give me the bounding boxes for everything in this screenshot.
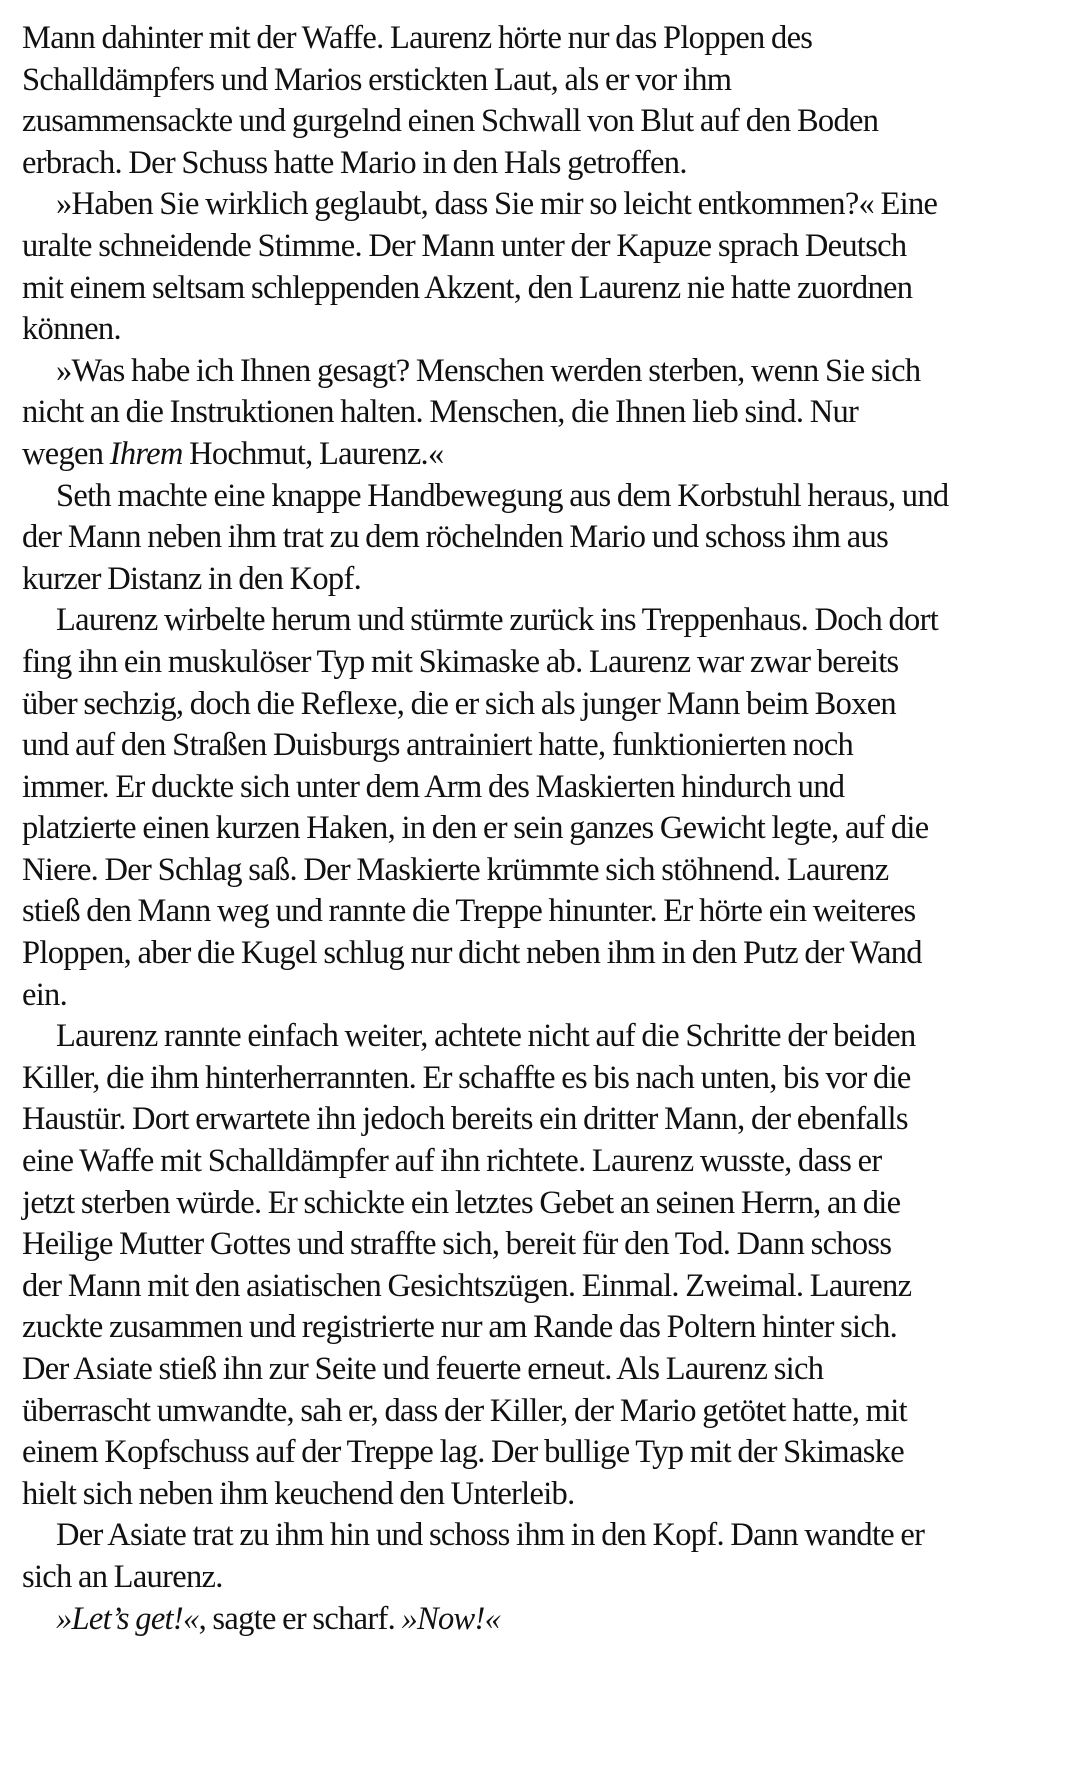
paragraph: Seth machte eine knappe Handbewegung aus… [22,476,1057,601]
text-line: Ploppen, aber die Kugel schlug nur dicht… [22,933,1057,975]
text-line: kurzer Distanz in den Kopf. [22,559,1057,601]
text-line: jetzt sterben würde. Er schickte ein let… [22,1183,1057,1225]
text-line: Der Asiate trat zu ihm hin und schoss ih… [22,1515,1057,1557]
text-run: Laurenz wirbelte herum und stürmte zurüc… [56,602,939,639]
paragraph: Der Asiate trat zu ihm hin und schoss ih… [22,1515,1057,1598]
text-run: einem Kopfschuss auf der Treppe lag. Der… [22,1434,905,1471]
text-run: kurzer Distanz in den Kopf. [22,560,362,597]
text-run: Mann dahinter mit der Waffe. Laurenz hör… [22,20,813,56]
text-run: eine Waffe mit Schalldämpfer auf ihn ric… [22,1143,882,1180]
text-run: sich an Laurenz. [22,1558,223,1595]
text-line: können. [22,309,1057,351]
text-run: mit einem seltsam schleppenden Akzent, d… [22,269,913,306]
paragraph: »Haben Sie wirklich geglaubt, dass Sie m… [22,184,1057,350]
text-run: und auf den Straßen Duisburgs antrainier… [22,727,854,764]
text-line: »Let’s get!«, sagte er scharf. »Now!« [22,1599,1057,1641]
text-run: wegen [22,435,110,472]
text-run: Der Asiate stieß ihn zur Seite und feuer… [22,1351,824,1387]
italic-text: »Now!« [401,1600,501,1637]
text-run: können. [22,311,122,348]
text-line: Heilige Mutter Gottes und straffte sich,… [22,1224,1057,1266]
text-run: Heilige Mutter Gottes und straffte sich,… [22,1226,892,1263]
paragraph: »Let’s get!«, sagte er scharf. »Now!« [22,1599,1057,1641]
text-line: über sechzig, doch die Reflexe, die er s… [22,684,1057,726]
text-line: der Mann neben ihm trat zu dem röchelnde… [22,517,1057,559]
text-line: platzierte einen kurzen Haken, in den er… [22,808,1057,850]
text-run: uralte schneidende Stimme. Der Mann unte… [22,227,907,264]
text-run: über sechzig, doch die Reflexe, die er s… [22,685,897,722]
text-line: »Haben Sie wirklich geglaubt, dass Sie m… [22,184,1057,226]
text-line: Laurenz wirbelte herum und stürmte zurüc… [22,600,1057,642]
text-run: ein. [22,976,68,1013]
text-run: hielt sich neben ihm keuchend den Unterl… [22,1475,575,1512]
text-run: »Haben Sie wirklich geglaubt, dass Sie m… [56,186,938,223]
text-line: und auf den Straßen Duisburgs antrainier… [22,725,1057,767]
text-line: Der Asiate stieß ihn zur Seite und feuer… [22,1349,1057,1391]
text-line: zuckte zusammen und registrierte nur am … [22,1307,1057,1349]
text-line: immer. Er duckte sich unter dem Arm des … [22,767,1057,809]
text-line: der Mann mit den asiatischen Gesichtszüg… [22,1266,1057,1308]
text-run: »Was habe ich Ihnen gesagt? Menschen wer… [56,352,921,389]
text-line: wegen Ihrem Hochmut, Laurenz.« [22,434,1057,476]
text-run: überrascht umwandte, sah er, dass der Ki… [22,1392,908,1429]
text-line: eine Waffe mit Schalldämpfer auf ihn ric… [22,1141,1057,1183]
text-run: Der Asiate trat zu ihm hin und schoss ih… [56,1517,925,1554]
paragraph: Laurenz wirbelte herum und stürmte zurüc… [22,600,1057,1016]
text-run: Killer, die ihm hinterherrannten. Er sch… [22,1059,911,1096]
text-run: Ploppen, aber die Kugel schlug nur dicht… [22,935,923,972]
text-run: erbrach. Der Schuss hatte Mario in den H… [22,144,687,181]
text-run: zusammensackte und gurgelnd einen Schwal… [22,103,879,140]
book-page: Mann dahinter mit der Waffe. Laurenz hör… [22,18,1057,1640]
text-line: Schalldämpfers und Marios erstickten Lau… [22,60,1057,102]
text-line: Haustür. Dort erwartete ihn jedoch berei… [22,1099,1057,1141]
text-line: Laurenz rannte einfach weiter, achtete n… [22,1016,1057,1058]
text-line: fing ihn ein muskulöser Typ mit Skimaske… [22,642,1057,684]
text-run: stieß den Mann weg und rannte die Treppe… [22,893,916,930]
paragraph: »Was habe ich Ihnen gesagt? Menschen wer… [22,351,1057,476]
text-run: jetzt sterben würde. Er schickte ein let… [22,1184,901,1221]
text-run: immer. Er duckte sich unter dem Arm des … [22,768,845,805]
text-line: ein. [22,975,1057,1017]
text-line: hielt sich neben ihm keuchend den Unterl… [22,1474,1057,1516]
text-run: , sagte er scharf. [198,1600,402,1637]
paragraph: Laurenz rannte einfach weiter, achtete n… [22,1016,1057,1515]
text-line: zusammensackte und gurgelnd einen Schwal… [22,101,1057,143]
text-line: Killer, die ihm hinterherrannten. Er sch… [22,1058,1057,1100]
text-run: der Mann mit den asiatischen Gesichtszüg… [22,1267,912,1304]
text-run: nicht an die Instruktionen halten. Mensc… [22,394,859,431]
text-line: Seth machte eine knappe Handbewegung aus… [22,476,1057,518]
text-line: erbrach. Der Schuss hatte Mario in den H… [22,143,1057,185]
text-run: platzierte einen kurzen Haken, in den er… [22,810,929,847]
text-line: nicht an die Instruktionen halten. Mensc… [22,392,1057,434]
text-run: zuckte zusammen und registrierte nur am … [22,1309,898,1346]
text-line: sich an Laurenz. [22,1557,1057,1599]
italic-text: »Let’s get!« [56,1600,199,1637]
text-line: stieß den Mann weg und rannte die Treppe… [22,891,1057,933]
text-run: Hochmut, Laurenz.« [182,435,444,472]
text-run: Seth machte eine knappe Handbewegung aus… [56,477,949,514]
text-line: Niere. Der Schlag saß. Der Maskierte krü… [22,850,1057,892]
text-run: Niere. Der Schlag saß. Der Maskierte krü… [22,851,889,888]
italic-text: Ihrem [109,435,184,472]
text-run: Schalldämpfers und Marios erstickten Lau… [22,61,732,98]
text-run: fing ihn ein muskulöser Typ mit Skimaske… [22,643,899,680]
text-line: mit einem seltsam schleppenden Akzent, d… [22,268,1057,310]
text-run: Haustür. Dort erwartete ihn jedoch berei… [22,1101,908,1138]
text-line: Mann dahinter mit der Waffe. Laurenz hör… [22,18,1057,60]
text-line: uralte schneidende Stimme. Der Mann unte… [22,226,1057,268]
text-line: überrascht umwandte, sah er, dass der Ki… [22,1391,1057,1433]
text-line: einem Kopfschuss auf der Treppe lag. Der… [22,1432,1057,1474]
text-line: »Was habe ich Ihnen gesagt? Menschen wer… [22,351,1057,393]
text-run: Laurenz rannte einfach weiter, achtete n… [56,1018,916,1055]
paragraph: Mann dahinter mit der Waffe. Laurenz hör… [22,18,1057,184]
text-run: der Mann neben ihm trat zu dem röchelnde… [22,519,889,556]
